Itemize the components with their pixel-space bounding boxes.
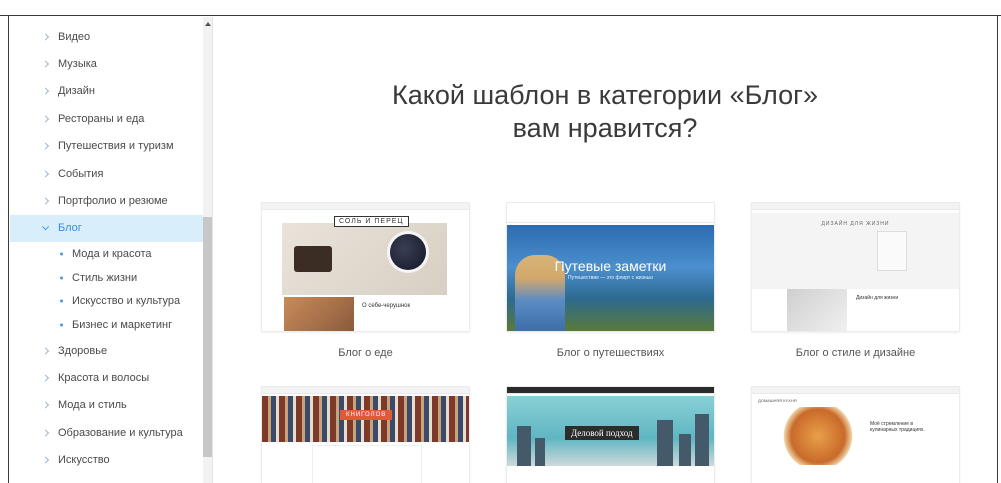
- template-card-books-blog[interactable]: КНИГОЛОВ: [262, 387, 469, 483]
- sidebar-item-label: События: [58, 167, 104, 180]
- sidebar-item-label: Портфолио и резюме: [58, 195, 168, 208]
- recipe-post-text: Моё стремление в кулинарных традициях.: [870, 421, 925, 433]
- sidebar-item-label: Рестораны и еда: [58, 112, 145, 125]
- scrollbar-thumb[interactable]: [203, 217, 212, 457]
- sidebar-item-restaurants[interactable]: Рестораны и еда: [10, 105, 203, 132]
- sidebar-item-music[interactable]: Музыка: [10, 50, 203, 77]
- sidebar-subitem-lifestyle[interactable]: Стиль жизни: [10, 266, 203, 290]
- template-card-food-blog[interactable]: СОЛЬ И ПЕРЕЦ О себе-черушнок Блог о еде: [262, 203, 469, 363]
- sidebar-subitem-business-marketing[interactable]: Бизнес и маркетинг: [10, 313, 203, 337]
- food-post-image: [284, 297, 354, 331]
- style-blog-title: ДИЗАЙН ДЛЯ ЖИЗНИ: [821, 221, 890, 227]
- style-post-title: Дизайн для жизни: [856, 295, 899, 301]
- building-shape: [679, 434, 691, 466]
- sidebar-item-label: Дизайн: [58, 85, 95, 98]
- sidebar-scrollbar[interactable]: [203, 17, 212, 483]
- template-thumbnail[interactable]: СОЛЬ И ПЕРЕЦ О себе-черушнок: [262, 203, 469, 331]
- sidebar-item-events[interactable]: События: [10, 160, 203, 187]
- template-card-business-blog[interactable]: Деловой подход: [507, 387, 714, 483]
- thumbnail-browser-bar: [507, 387, 714, 394]
- template-caption[interactable]: Блог о еде: [262, 347, 469, 359]
- building-shape: [535, 438, 545, 466]
- category-sidebar: Видео Музыка Дизайн Рестораны и еда Путе…: [10, 17, 213, 483]
- style-post-image: [787, 289, 847, 331]
- sidebar-item-design[interactable]: Дизайн: [10, 78, 203, 105]
- sidebar-item-travel[interactable]: Путешествия и туризм: [10, 133, 203, 160]
- window-top-border: [0, 0, 1001, 16]
- page-title-line-1: Какой шаблон в категории «Блог»: [392, 80, 818, 110]
- template-thumbnail[interactable]: ДИЗАЙН ДЛЯ ЖИЗНИ Дизайн для жизни: [752, 203, 959, 331]
- sidebar-item-label: Образование и культура: [58, 426, 183, 439]
- page-title-line-2: вам нравится?: [512, 113, 698, 143]
- sidebar-subitem-art-culture[interactable]: Искусство и культура: [10, 290, 203, 314]
- template-card-style-blog[interactable]: ДИЗАЙН ДЛЯ ЖИЗНИ Дизайн для жизни Блог о…: [752, 203, 959, 363]
- thumbnail-browser-bar: [507, 203, 714, 223]
- sidebar-subitem-label: Бизнес и маркетинг: [72, 319, 173, 332]
- books-blog-logo: КНИГОЛОВ: [340, 410, 393, 420]
- sidebar-item-label: Мода и стиль: [58, 399, 127, 412]
- thumbnail-browser-bar: [262, 203, 469, 210]
- building-shape: [517, 426, 531, 466]
- bullet-icon: [60, 276, 63, 280]
- template-caption[interactable]: Блог о стиле и дизайне: [752, 347, 959, 359]
- building-shape: [695, 414, 709, 466]
- sidebar-subitem-label: Стиль жизни: [72, 271, 138, 284]
- sidebar-item-label: Искусство: [58, 454, 110, 467]
- template-card-travel-blog[interactable]: Путевые заметки Путешествие — это флирт …: [507, 203, 714, 363]
- sidebar-subitem-fashion-beauty[interactable]: Мода и красота: [10, 242, 203, 266]
- sidebar-item-portfolio[interactable]: Портфолио и резюме: [10, 187, 203, 214]
- bullet-icon: [60, 323, 63, 327]
- sidebar-item-label: Красота и волосы: [58, 371, 150, 384]
- template-thumbnail[interactable]: Деловой подход: [507, 387, 714, 483]
- bullet-icon: [60, 252, 63, 256]
- sidebar-item-fashion-style[interactable]: Мода и стиль: [10, 392, 203, 419]
- sidebar-item-label: Путешествия и туризм: [58, 140, 174, 153]
- sidebar-item-label: Блог: [58, 222, 82, 235]
- template-thumbnail[interactable]: Путевые заметки Путешествие — это флирт …: [507, 203, 714, 331]
- sidebar-item-video[interactable]: Видео: [10, 23, 203, 50]
- page-title: Какой шаблон в категории «Блог» вам нрав…: [214, 79, 996, 145]
- template-card-recipe-blog[interactable]: ДОМАШНЯЯ КУХНЯ Моё стремление в кулинарн…: [752, 387, 959, 483]
- berry-bowl-image: [390, 234, 426, 270]
- sidebar-item-label: Здоровье: [58, 344, 108, 357]
- building-shape: [657, 420, 673, 466]
- sidebar-item-education-culture[interactable]: Образование и культура: [10, 419, 203, 446]
- window-left-border: [0, 16, 9, 483]
- recipe-blog-logo: ДОМАШНЯЯ КУХНЯ: [758, 398, 797, 403]
- food-blog-logo: СОЛЬ И ПЕРЕЦ: [334, 216, 409, 227]
- books-post-card: [312, 445, 422, 483]
- sidebar-item-art[interactable]: Искусство: [10, 446, 203, 473]
- sidebar-subitem-label: Искусство и культура: [72, 295, 181, 308]
- sidebar-item-label: Музыка: [58, 58, 97, 71]
- sidebar-item-health[interactable]: Здоровье: [10, 337, 203, 364]
- sidebar-subitem-label: Мода и красота: [72, 247, 152, 260]
- category-list: Видео Музыка Дизайн Рестораны и еда Путе…: [10, 23, 203, 474]
- pizza-image: [779, 407, 857, 465]
- template-thumbnail[interactable]: ДОМАШНЯЯ КУХНЯ Моё стремление в кулинарн…: [752, 387, 959, 483]
- food-post-title: О себе-черушнок: [362, 303, 411, 309]
- template-thumbnail[interactable]: КНИГОЛОВ: [262, 387, 469, 483]
- sidebar-item-label: Видео: [58, 30, 91, 43]
- bullet-icon: [60, 299, 63, 303]
- template-gallery: Какой шаблон в категории «Блог» вам нрав…: [214, 17, 996, 483]
- travel-blog-title: Путевые заметки: [554, 258, 667, 274]
- sidebar-item-beauty-hair[interactable]: Красота и волосы: [10, 364, 203, 391]
- muffin-tray-image: [294, 246, 332, 272]
- thumbnail-browser-bar: [752, 387, 959, 394]
- thumbnail-browser-bar: [262, 387, 469, 394]
- template-caption[interactable]: Блог о путешествиях: [507, 347, 714, 359]
- business-blog-title: Деловой подход: [565, 426, 639, 440]
- style-frame-image: [877, 231, 907, 271]
- sidebar-item-blog[interactable]: Блог: [10, 214, 203, 243]
- window-right-border: [997, 16, 1001, 483]
- travel-blog-subtitle: Путешествие — это флирт с жизнью: [567, 275, 654, 281]
- scroll-up-arrow-icon[interactable]: [205, 22, 211, 26]
- thumbnail-browser-bar: [752, 203, 959, 210]
